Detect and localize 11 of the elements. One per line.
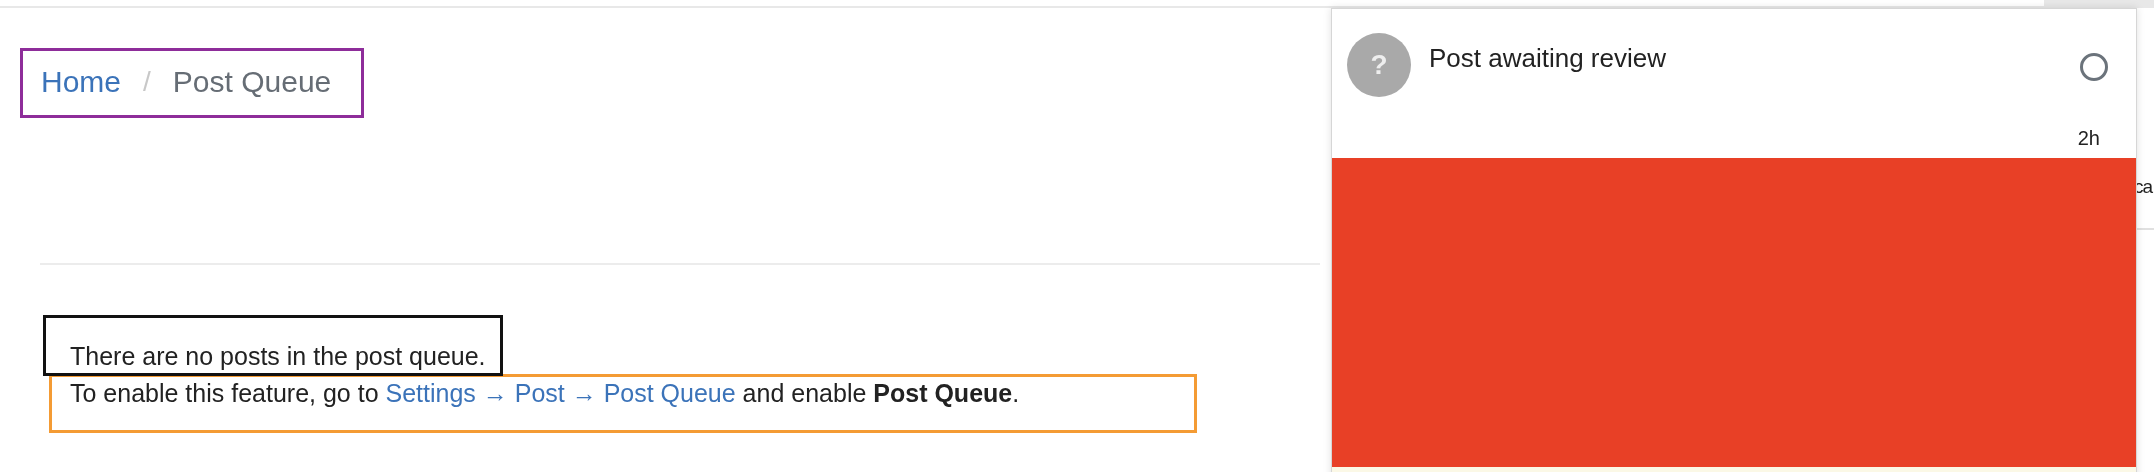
breadcrumb-link[interactable]: Home — [41, 65, 122, 99]
notification-title[interactable]: Post awaiting review — [1429, 43, 2080, 74]
breadcrumb-separator: / — [143, 66, 151, 98]
notification-time: 2h — [2077, 126, 2100, 151]
settings-link[interactable]: Settings → Post → Post Queue — [385, 379, 736, 407]
avatar-icon: ? — [1347, 33, 1411, 97]
empty-message: There are no posts in the post queue. — [43, 315, 503, 376]
unread-indicator-icon[interactable] — [2080, 53, 2108, 81]
hint-text-end: and enable Post Queue. — [741, 379, 1020, 407]
hint-text: To enable this feature, go to — [70, 379, 380, 407]
breadcrumb-current: Post Queue — [172, 65, 332, 99]
